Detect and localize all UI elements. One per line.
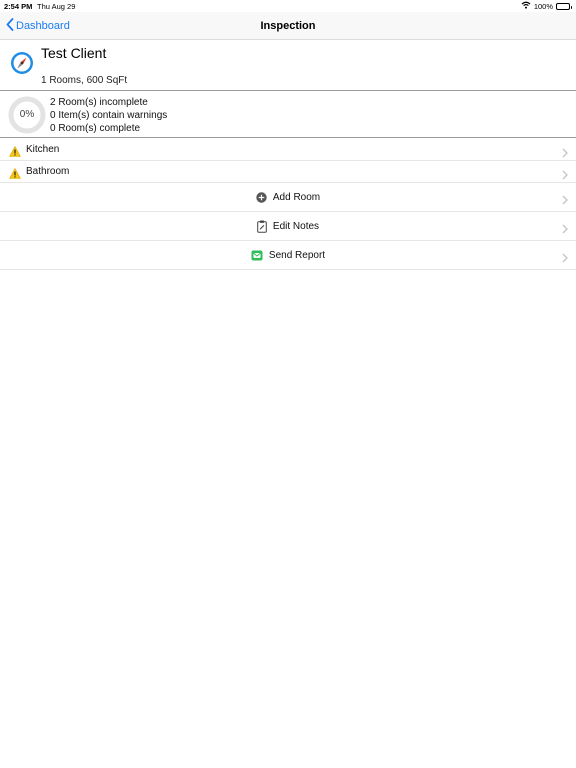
client-name: Test Client (41, 45, 107, 61)
send-report-label: Send Report (268, 250, 326, 261)
add-room-button[interactable]: Add Room (0, 183, 576, 212)
warning-icon (9, 144, 21, 157)
page-title: Inspection (260, 20, 316, 32)
send-report-icon (251, 250, 263, 261)
room-label: Kitchen (26, 144, 60, 155)
edit-notes-label: Edit Notes (272, 221, 320, 232)
inspection-summary: 0% 2 Room(s) incomplete 0 Item(s) contai… (0, 91, 576, 138)
client-header: Test Client 1 Rooms, 600 SqFt (0, 40, 576, 91)
chevron-right-icon (562, 145, 568, 157)
summary-incomplete: 2 Room(s) incomplete (50, 97, 148, 108)
status-right: 100% (521, 1, 572, 11)
chevron-right-icon (562, 192, 568, 205)
status-time: 2:54 PM (4, 2, 33, 11)
wifi-icon (521, 1, 531, 11)
client-details: 1 Rooms, 600 SqFt (41, 75, 128, 86)
summary-complete: 0 Room(s) complete (50, 123, 141, 134)
edit-notes-button[interactable]: Edit Notes (0, 212, 576, 241)
compass-icon (10, 51, 34, 75)
room-row-kitchen[interactable]: Kitchen (0, 139, 576, 161)
navigation-bar: Dashboard Inspection (0, 12, 576, 40)
battery-percent: 100% (533, 1, 553, 11)
chevron-right-icon (562, 250, 568, 263)
progress-percent: 0% (19, 109, 35, 120)
status-date: Thu Aug 29 (37, 2, 76, 11)
summary-warnings: 0 Item(s) contain warnings (50, 110, 168, 121)
chevron-right-icon (562, 221, 568, 234)
summary-lines: 2 Room(s) incomplete 0 Item(s) contain w… (50, 96, 167, 135)
clipboard-icon (257, 220, 267, 233)
chevron-right-icon (562, 167, 568, 179)
add-room-label: Add Room (272, 192, 321, 203)
room-row-bathroom[interactable]: Bathroom (0, 161, 576, 183)
room-label: Bathroom (26, 166, 70, 177)
battery-icon (556, 2, 572, 10)
plus-circle-icon (256, 192, 267, 203)
status-bar: 2:54 PM Thu Aug 29 100% (0, 0, 576, 12)
send-report-button[interactable]: Send Report (0, 241, 576, 270)
warning-icon (9, 166, 21, 179)
